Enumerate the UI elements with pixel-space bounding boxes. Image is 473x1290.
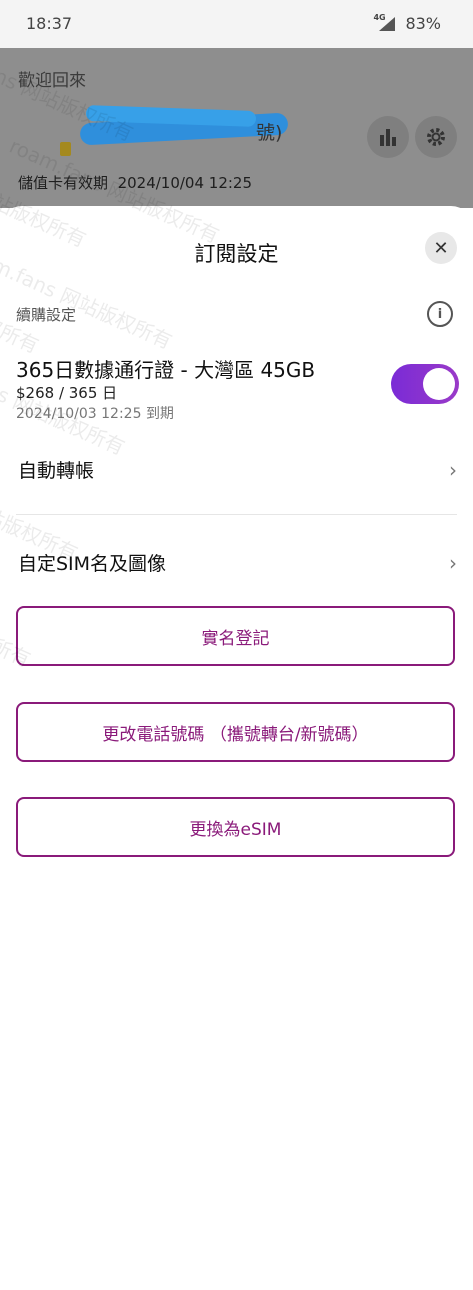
plan-price: $268 / 365 日 [16, 384, 118, 402]
background-screen: 歡迎回來 號) 儲值卡有效期 2024/10/04 12:25 [0, 48, 473, 208]
menu-item-label: 自定SIM名及圖像 [18, 553, 167, 575]
plan-expiry: 2024/10/03 12:25 到期 [16, 406, 174, 422]
expiry-label: 儲值卡有效期 [18, 174, 109, 192]
status-bar: 18:37 4G 83% [0, 0, 473, 48]
card-expiry: 儲值卡有效期 2024/10/04 12:25 [18, 172, 252, 193]
status-indicators: 4G 83% [371, 12, 441, 34]
gear-icon[interactable] [415, 116, 457, 158]
battery-level: 83% [405, 14, 441, 33]
renewal-section-label: 續購設定 [16, 306, 77, 324]
expiry-value: 2024/10/04 12:25 [117, 174, 253, 192]
number-suffix: 號) [256, 122, 283, 144]
welcome-text: 歡迎回來 [18, 71, 86, 91]
subscription-settings-sheet: 訂閱設定 ✕ 續購設定 i 365日數據通行證 - 大灣區 45GB $268 … [0, 206, 473, 1024]
phone-number-row: 號) [56, 105, 356, 156]
menu-item-sim-name-image[interactable]: 自定SIM名及圖像 › [0, 531, 473, 591]
divider [16, 514, 457, 515]
info-icon[interactable]: i [427, 301, 453, 327]
chevron-right-icon: › [449, 551, 457, 575]
network-type: 4G [373, 12, 386, 22]
close-icon: ✕ [433, 237, 449, 259]
menu-item-label: 自動轉帳 [18, 460, 95, 482]
toggle-knob [423, 368, 455, 400]
sheet-title: 訂閱設定 [194, 242, 279, 266]
signal-icon: 4G [371, 12, 397, 33]
sim-card-icon [60, 142, 71, 156]
chevron-right-icon: › [449, 458, 457, 482]
real-name-registration-button[interactable]: 實名登記 [16, 606, 455, 666]
status-time: 18:37 [26, 14, 73, 33]
switch-to-esim-button[interactable]: 更換為eSIM [16, 797, 455, 857]
plan-name: 365日數據通行證 - 大灣區 45GB [16, 358, 316, 382]
bar-chart-icon[interactable] [367, 116, 409, 158]
auto-renew-toggle[interactable] [391, 364, 459, 404]
change-phone-number-button[interactable]: 更改電話號碼 （攜號轉台/新號碼） [16, 702, 455, 762]
menu-item-auto-transfer[interactable]: 自動轉帳 › [0, 438, 473, 498]
close-button[interactable]: ✕ [425, 232, 457, 264]
